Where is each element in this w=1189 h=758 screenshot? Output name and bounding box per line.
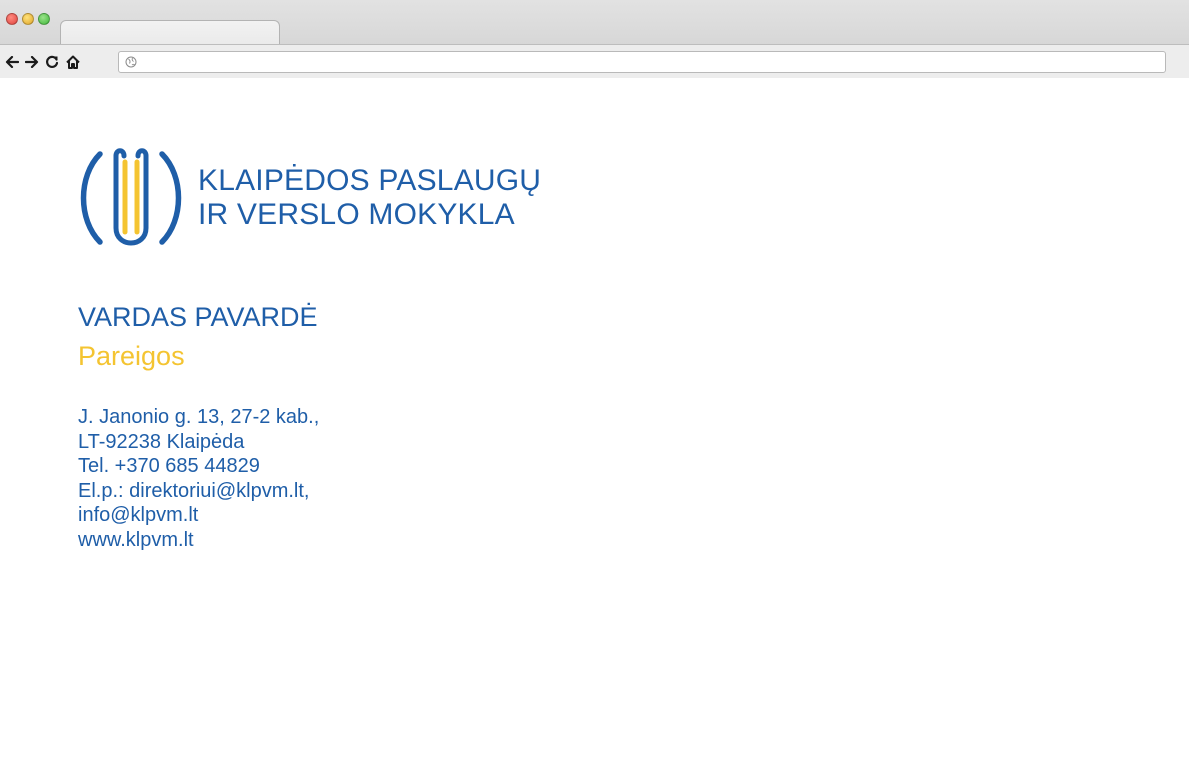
person-role: Pareigos: [78, 341, 185, 371]
page-content: KLAIPĖDOS PASLAUGŲ IR VERSLO MOKYKLA VAR…: [0, 79, 1189, 758]
home-icon: [66, 55, 80, 69]
reload-button[interactable]: [42, 52, 62, 72]
website-text: www.klpvm.lt: [78, 528, 194, 551]
contact-block: J. Janonio g. 13, 27-2 kab., LT-92238 Kl…: [78, 405, 319, 553]
school-logo: KLAIPĖDOS PASLAUGŲ IR VERSLO MOKYKLA: [76, 146, 541, 250]
back-button[interactable]: [2, 52, 22, 72]
close-window-button[interactable]: [6, 13, 18, 25]
address-bar[interactable]: [118, 51, 1166, 73]
email-line-2: info@klpvm.lt: [78, 504, 199, 527]
phone-text: Tel. +370 685 44829: [78, 455, 260, 478]
minimize-window-button[interactable]: [22, 13, 34, 25]
home-button[interactable]: [63, 52, 83, 72]
address-line-1: J. Janonio g. 13, 27-2 kab.,: [78, 406, 320, 428]
maximize-window-button[interactable]: [38, 13, 50, 25]
browser-toolbar: [0, 44, 1189, 78]
browser-tab[interactable]: [60, 20, 280, 45]
school-name-line1: KLAIPĖDOS PASLAUGŲ: [198, 164, 542, 197]
person-name: VARDAS PAVARDĖ: [78, 302, 318, 332]
address-line-2: LT-92238 Klaipėda: [78, 430, 245, 453]
globe-icon: [125, 56, 137, 68]
school-emblem-icon: [80, 148, 182, 246]
back-arrow-icon: [5, 56, 19, 68]
email-line-1: El.p.: direktoriui@klpvm.lt,: [78, 479, 310, 502]
forward-arrow-icon: [25, 56, 39, 68]
school-name: KLAIPĖDOS PASLAUGŲ IR VERSLO MOKYKLA: [198, 164, 541, 232]
reload-icon: [46, 55, 59, 68]
browser-chrome: [0, 0, 1189, 78]
window-controls: [6, 13, 50, 25]
school-name-line2: IR VERSLO MOKYKLA: [198, 198, 515, 231]
forward-button[interactable]: [22, 52, 42, 72]
